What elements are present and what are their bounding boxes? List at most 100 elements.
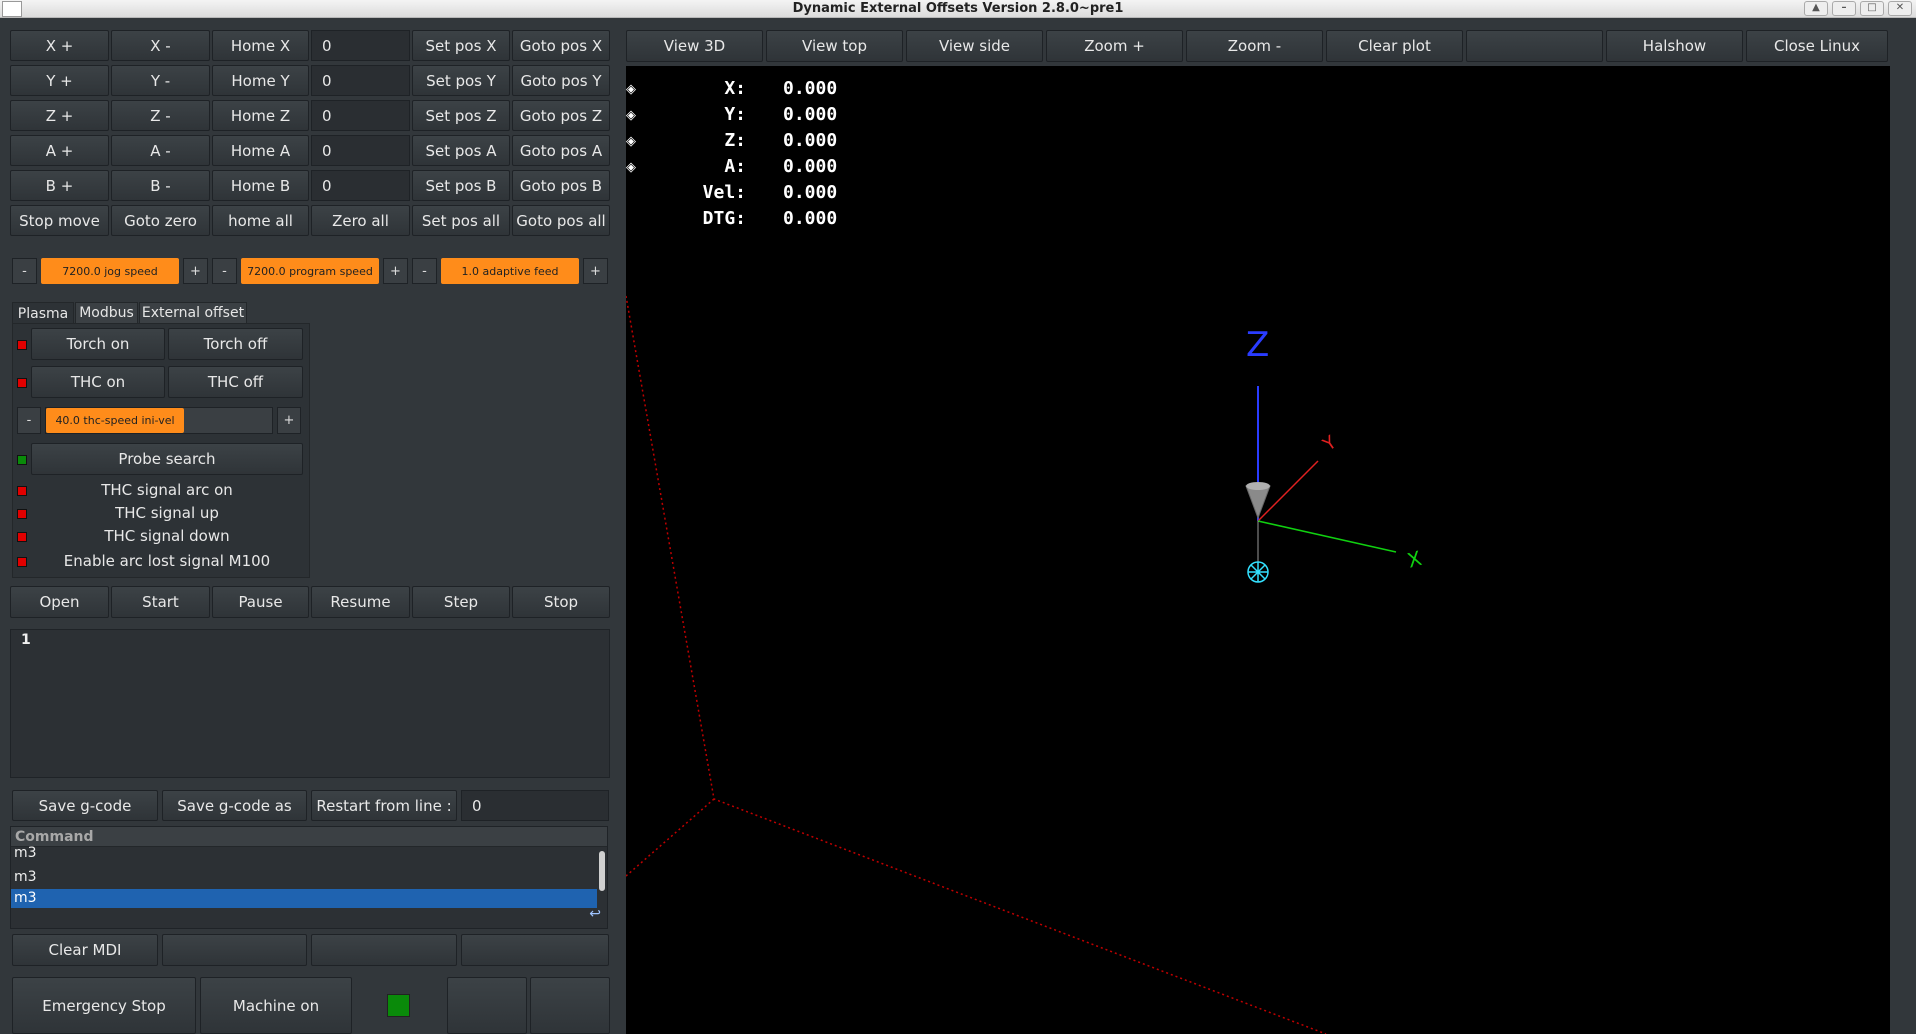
goto-zero-button[interactable]: Goto zero xyxy=(111,205,210,236)
start-button[interactable]: Start xyxy=(111,586,210,618)
program-speed-slider[interactable]: 7200.0 program speed xyxy=(241,258,379,284)
jog-a-plus-button[interactable]: A + xyxy=(10,135,109,166)
x-position-input[interactable]: 0 xyxy=(311,30,410,61)
pause-button[interactable]: Pause xyxy=(212,586,309,618)
torch-off-button[interactable]: Torch off xyxy=(168,328,303,360)
zero-all-button[interactable]: Zero all xyxy=(311,205,410,236)
step-button[interactable]: Step xyxy=(412,586,510,618)
restart-line-input[interactable]: 0 xyxy=(461,790,609,821)
tab-external-offset[interactable]: External offset xyxy=(139,302,247,324)
empty-button-4[interactable] xyxy=(447,977,527,1034)
jog-y-minus-button[interactable]: Y - xyxy=(111,65,210,96)
save-gcode-as-button[interactable]: Save g-code as xyxy=(162,790,307,821)
save-gcode-button[interactable]: Save g-code xyxy=(12,790,158,821)
mdi-history-item[interactable]: m3 xyxy=(11,844,597,863)
home-y-button[interactable]: Home Y xyxy=(212,65,309,96)
zoom-in-button[interactable]: Zoom + xyxy=(1046,30,1183,62)
jog-x-plus-button[interactable]: X + xyxy=(10,30,109,61)
home-b-button[interactable]: Home B xyxy=(212,170,309,201)
goto-pos-b-button[interactable]: Goto pos B xyxy=(512,170,610,201)
window-close-icon[interactable]: ✕ xyxy=(1888,1,1912,16)
mdi-scrollbar[interactable] xyxy=(599,851,605,891)
jog-b-minus-button[interactable]: B - xyxy=(111,170,210,201)
jog-speed-minus-button[interactable]: - xyxy=(12,258,37,284)
goto-pos-y-button[interactable]: Goto pos Y xyxy=(512,65,610,96)
jog-x-minus-button[interactable]: X - xyxy=(111,30,210,61)
jog-z-plus-button[interactable]: Z + xyxy=(10,100,109,131)
set-pos-a-button[interactable]: Set pos A xyxy=(412,135,510,166)
set-pos-b-button[interactable]: Set pos B xyxy=(412,170,510,201)
thc-off-button[interactable]: THC off xyxy=(168,366,303,398)
set-pos-z-button[interactable]: Set pos Z xyxy=(412,100,510,131)
preview-3d-viewport[interactable]: Z Y X ◈ X: 0.000 ◈ Y: 0.000 ◈ Z: 0.000 ◈… xyxy=(626,66,1890,1034)
view-3d-button[interactable]: View 3D xyxy=(626,30,763,62)
empty-button-1[interactable] xyxy=(162,934,307,966)
stop-move-button[interactable]: Stop move xyxy=(10,205,109,236)
home-z-button[interactable]: Home Z xyxy=(212,100,309,131)
adaptive-feed-plus-button[interactable]: + xyxy=(583,258,608,284)
stop-button[interactable]: Stop xyxy=(512,586,610,618)
mdi-history-item-selected[interactable]: m3 xyxy=(11,889,597,908)
set-pos-all-button[interactable]: Set pos all xyxy=(412,205,510,236)
resume-button[interactable]: Resume xyxy=(311,586,410,618)
program-speed-plus-button[interactable]: + xyxy=(383,258,408,284)
a-position-input[interactable]: 0 xyxy=(311,135,410,166)
dro-x-label: X: xyxy=(724,78,746,99)
machine-on-button[interactable]: Machine on xyxy=(200,977,352,1034)
clear-mdi-button[interactable]: Clear MDI xyxy=(12,934,158,966)
enter-icon[interactable]: ↩ xyxy=(589,906,601,922)
goto-pos-z-button[interactable]: Goto pos Z xyxy=(512,100,610,131)
probe-status-led xyxy=(17,455,27,465)
view-side-button[interactable]: View side xyxy=(906,30,1043,62)
jog-a-minus-button[interactable]: A - xyxy=(111,135,210,166)
thc-speed-minus-button[interactable]: - xyxy=(17,407,41,434)
halshow-button[interactable]: Halshow xyxy=(1606,30,1743,62)
probe-search-button[interactable]: Probe search xyxy=(31,443,303,475)
jog-b-plus-button[interactable]: B + xyxy=(10,170,109,201)
clear-plot-button[interactable]: Clear plot xyxy=(1326,30,1463,62)
adaptive-feed-minus-button[interactable]: - xyxy=(412,258,437,284)
jog-speed-plus-button[interactable]: + xyxy=(183,258,208,284)
gcode-editor[interactable]: 1 xyxy=(10,629,610,778)
dro-z-label: Z: xyxy=(724,130,746,151)
thc-speed-slider-track[interactable]: 40.0 thc-speed ini-vel xyxy=(45,407,273,434)
thc-signal-up-label: THC signal up xyxy=(115,504,219,522)
close-linux-button[interactable]: Close Linux xyxy=(1746,30,1888,62)
emergency-stop-button[interactable]: Emergency Stop xyxy=(12,977,196,1034)
set-pos-y-button[interactable]: Set pos Y xyxy=(412,65,510,96)
tab-modbus[interactable]: Modbus xyxy=(75,302,138,324)
z-position-input[interactable]: 0 xyxy=(311,100,410,131)
jog-speed-slider[interactable]: 7200.0 jog speed xyxy=(41,258,179,284)
empty-toolbar-button[interactable] xyxy=(1466,30,1603,62)
jog-y-plus-button[interactable]: Y + xyxy=(10,65,109,96)
adaptive-feed-slider[interactable]: 1.0 adaptive feed xyxy=(441,258,579,284)
goto-pos-a-button[interactable]: Goto pos A xyxy=(512,135,610,166)
set-pos-x-button[interactable]: Set pos X xyxy=(412,30,510,61)
b-position-input[interactable]: 0 xyxy=(311,170,410,201)
y-position-input[interactable]: 0 xyxy=(311,65,410,96)
torch-on-button[interactable]: Torch on xyxy=(31,328,165,360)
mdi-history-item[interactable]: m3 xyxy=(11,868,597,887)
thc-speed-slider[interactable]: 40.0 thc-speed ini-vel xyxy=(46,408,184,433)
program-speed-minus-button[interactable]: - xyxy=(212,258,237,284)
home-all-button[interactable]: home all xyxy=(212,205,309,236)
empty-button-3[interactable] xyxy=(461,934,609,966)
restart-from-line-button[interactable]: Restart from line : xyxy=(311,790,457,821)
view-top-button[interactable]: View top xyxy=(766,30,903,62)
thc-speed-plus-button[interactable]: + xyxy=(277,407,301,434)
mdi-command-list[interactable]: Command m3 m3 m3 ↩ xyxy=(10,826,608,929)
window-minimize-icon[interactable]: – xyxy=(1832,1,1856,16)
tab-plasma[interactable]: Plasma xyxy=(12,302,74,324)
thc-on-button[interactable]: THC on xyxy=(31,366,165,398)
empty-button-5[interactable] xyxy=(530,977,610,1034)
goto-pos-all-button[interactable]: Goto pos all xyxy=(512,205,610,236)
jog-z-minus-button[interactable]: Z - xyxy=(111,100,210,131)
goto-pos-x-button[interactable]: Goto pos X xyxy=(512,30,610,61)
zoom-out-button[interactable]: Zoom - xyxy=(1186,30,1323,62)
home-a-button[interactable]: Home A xyxy=(212,135,309,166)
home-x-button[interactable]: Home X xyxy=(212,30,309,61)
window-up-icon[interactable]: ▲ xyxy=(1804,1,1828,16)
window-maximize-icon[interactable]: □ xyxy=(1860,1,1884,16)
open-button[interactable]: Open xyxy=(10,586,109,618)
empty-button-2[interactable] xyxy=(311,934,457,966)
